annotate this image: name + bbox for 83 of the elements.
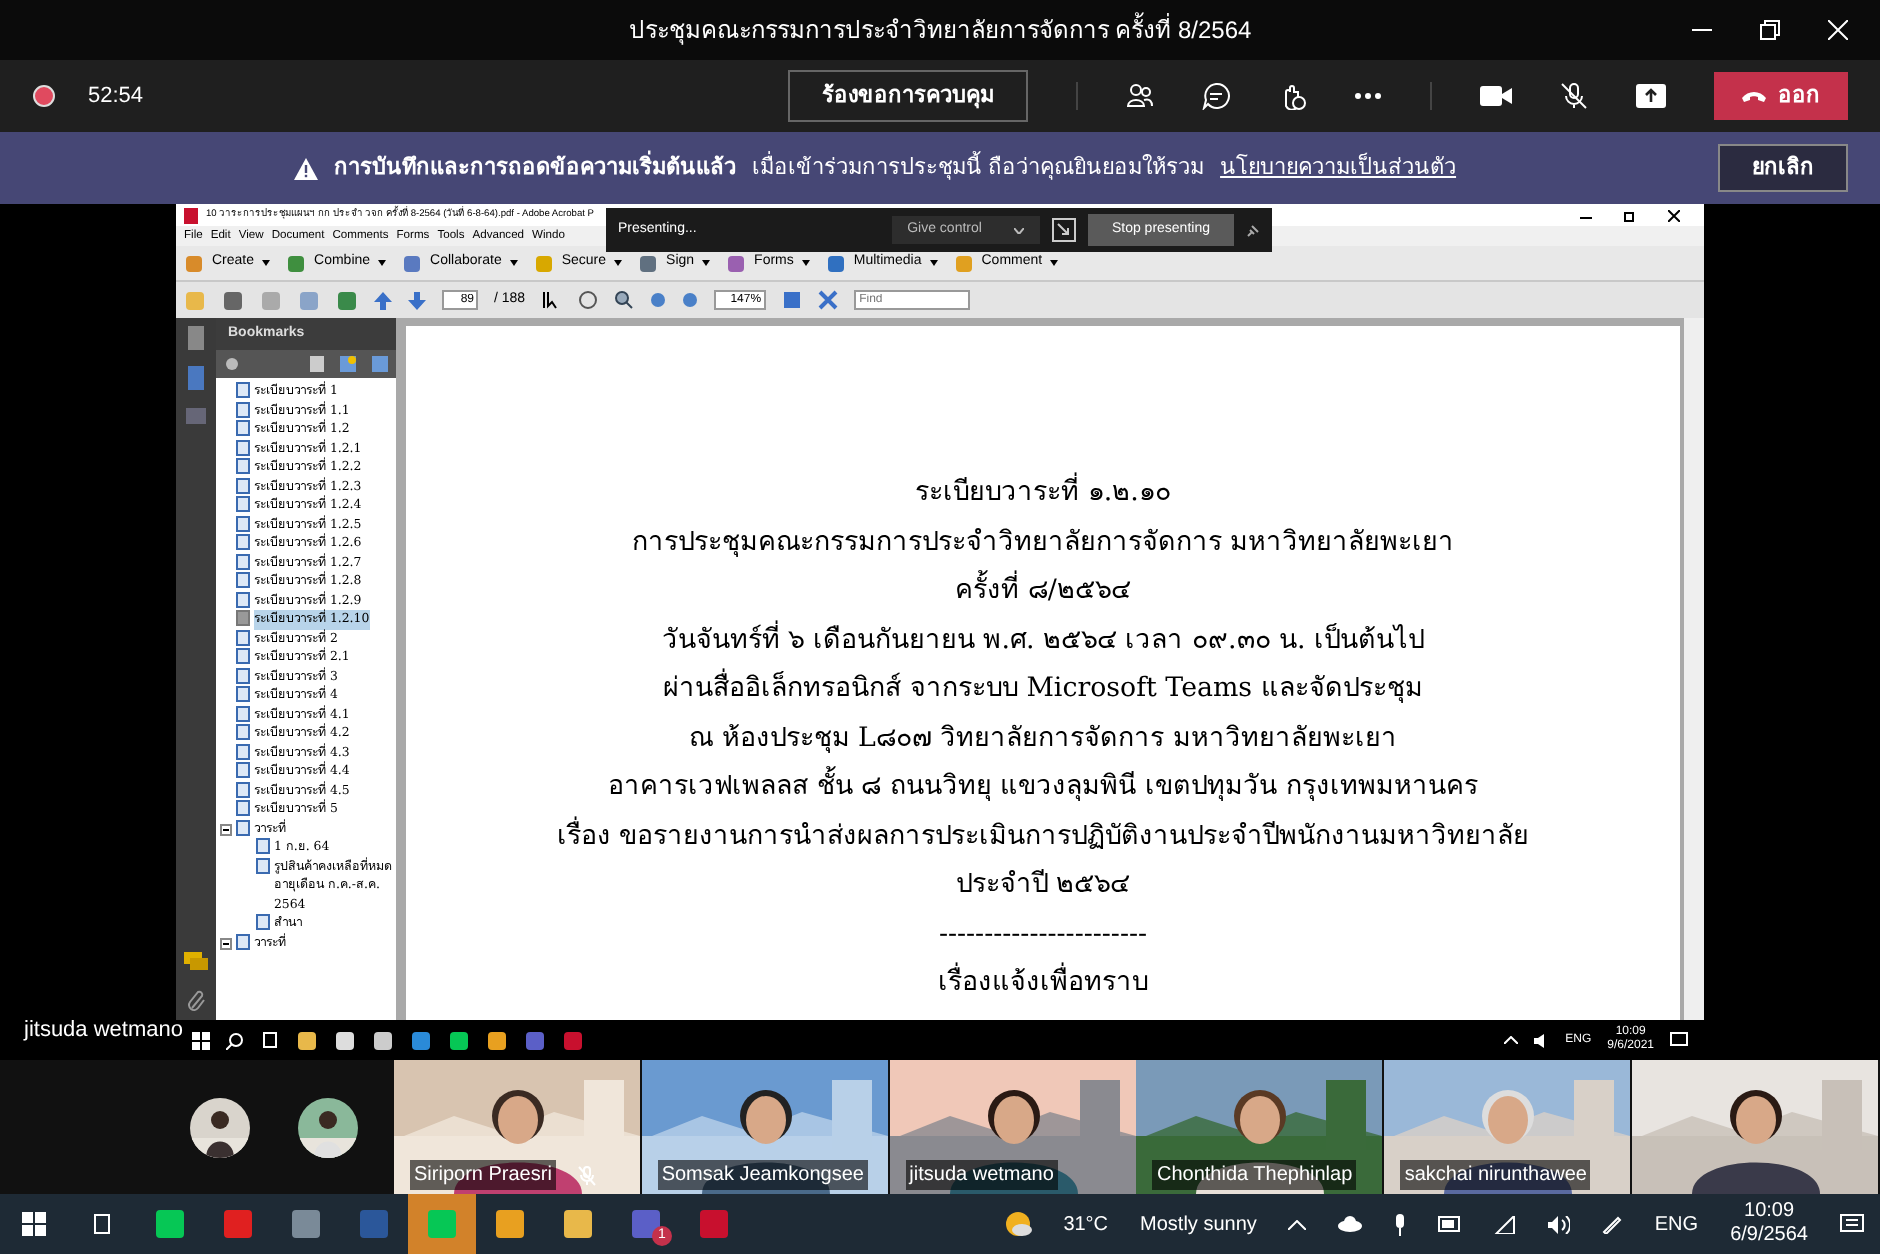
cancel-button[interactable]: ยกเลิก — [1718, 143, 1848, 193]
language-indicator[interactable]: ENG — [1654, 1209, 1699, 1239]
participant-name: jitsuda wetmano — [905, 1160, 1058, 1190]
wifi-icon[interactable] — [1494, 1215, 1517, 1233]
collapse-icon[interactable] — [220, 937, 232, 949]
participant-name: Chonthida Thephinlap — [1152, 1160, 1357, 1190]
down-arrow-icon[interactable] — [408, 291, 426, 309]
zoom-tool-icon[interactable] — [613, 290, 634, 310]
mic-off-icon[interactable] — [1560, 82, 1588, 110]
people-icon[interactable] — [1126, 82, 1154, 110]
pages-icon[interactable] — [186, 326, 206, 350]
meeting-timer: 52:54 — [88, 81, 144, 112]
caret-icon — [614, 260, 623, 266]
task-view-icon[interactable] — [260, 1032, 280, 1048]
windows-icon[interactable] — [192, 1031, 210, 1049]
document-line: ณ ห้องประชุม L๘๐๗ วิทยาลัยการจัดการ มหาวิทยาลัยพะเยา — [687, 721, 1399, 757]
phone-icon — [1742, 90, 1766, 102]
temperature: 31°C — [1063, 1211, 1109, 1239]
window-title: ประชุมคณะกรรมการประจำวิทยาลัยการจัดการ ครั้งที่ 8/2564 — [628, 12, 1252, 48]
volume-icon[interactable] — [1533, 1033, 1550, 1047]
pin-icon[interactable] — [1246, 223, 1260, 237]
camera-icon[interactable] — [1480, 84, 1512, 108]
volume-icon[interactable] — [1548, 1215, 1571, 1233]
fit-width-icon[interactable] — [817, 290, 838, 310]
privacy-policy-link[interactable]: นโยบายความเป็นส่วนตัว — [1220, 151, 1457, 185]
caret-icon — [702, 260, 711, 266]
options-icon[interactable] — [224, 356, 244, 372]
cloud-icon[interactable] — [1338, 1216, 1363, 1232]
caret-icon — [262, 260, 271, 266]
caret-icon — [1050, 260, 1059, 266]
scrollbar[interactable] — [1684, 318, 1704, 1020]
document-line: การประชุมคณะกรรมการประจำวิทยาลัยการจัดการ มหาวิทยาลัยพะเยา — [629, 525, 1457, 561]
caret-icon — [378, 260, 387, 266]
task-view-icon[interactable] — [90, 1212, 114, 1236]
banner-title: การบันทึกและการถอดข้อความเริ่มต้นแล้ว — [333, 151, 736, 185]
presenter-name: jitsuda wetmano — [24, 1015, 183, 1045]
weather-condition: Mostly sunny — [1140, 1211, 1257, 1239]
window-share-icon[interactable] — [1051, 218, 1076, 242]
more-icon[interactable] — [1354, 92, 1382, 100]
caret-icon — [801, 260, 810, 266]
battery-icon[interactable] — [1438, 1216, 1463, 1232]
attachment-icon[interactable] — [186, 988, 206, 1012]
share-icon[interactable] — [1636, 84, 1666, 108]
participant-name: Siriporn Praesri — [410, 1160, 556, 1190]
document-line: เรื่องแจ้งเพื่อทราบ — [406, 960, 1680, 1009]
document-line: ครั้งที่ ๘/๒๕๖๔ — [406, 568, 1680, 617]
restore-icon[interactable] — [1624, 209, 1636, 221]
bookmarks-icon[interactable] — [186, 366, 206, 390]
up-arrow-icon[interactable] — [374, 291, 392, 309]
caret-icon — [1013, 227, 1024, 233]
weather-icon — [1003, 1210, 1032, 1238]
participant-name: sakchai nirunthawee — [1400, 1160, 1591, 1190]
request-control-button[interactable]: ร้องขอการควบคุม — [788, 69, 1028, 123]
warning-icon — [293, 157, 318, 179]
document-line: ประจำปี ๒๕๖๔ — [953, 867, 1133, 904]
caret-icon — [509, 260, 518, 266]
document-line: ผ่านสื่ออิเล็กทรอนิกส์ จากระบบ Microsoft Teams และจัดประชุม — [406, 666, 1680, 715]
restore-icon[interactable] — [1760, 20, 1780, 40]
document-line: อาคารเวฟเพลลส ชั้น ๘ ถนนวิทยุ แขวงลุมพินี เขตปทุมวัน กรุงเทพมหานคร — [406, 764, 1680, 813]
microphone-icon[interactable] — [1394, 1213, 1407, 1235]
clock-time[interactable]: 10:09 — [1744, 1200, 1795, 1224]
comments-icon[interactable] — [184, 952, 208, 972]
select-tool-icon[interactable] — [541, 290, 562, 310]
chevron-icon[interactable] — [1288, 1219, 1307, 1229]
notification-icon[interactable] — [1670, 1032, 1688, 1048]
close-icon[interactable] — [1668, 209, 1680, 221]
pen-icon[interactable] — [1602, 1214, 1623, 1234]
document-line: ----------------------- — [936, 917, 1150, 953]
banner-message: เมื่อเข้าร่วมการประชุมนี้ ถือว่าคุณยินยอมให้รวม — [751, 151, 1205, 184]
caret-icon — [929, 260, 938, 266]
document-line: เรื่อง ขอรายงานการนำส่งผลการประเมินการปฏิบัติงานประจำปีพนักงานมหาวิทยาลัย — [406, 813, 1680, 862]
windows-icon — [22, 1212, 46, 1236]
search-icon[interactable] — [226, 1031, 244, 1049]
chat-icon[interactable] — [1202, 82, 1230, 110]
clock-date[interactable]: 6/9/2564 — [1730, 1224, 1808, 1248]
notification-icon[interactable] — [1840, 1213, 1864, 1235]
document-line: วันจันทร์ที่ ๖ เดือนกันยายน พ.ศ. ๒๕๖๔ เวลา ๐๙.๓๐ น. เป็นต้นไป — [406, 617, 1680, 666]
collapse-icon[interactable] — [220, 823, 232, 835]
leave-button[interactable]: ออก — [1714, 71, 1848, 121]
bookmark-page-icon — [236, 610, 250, 626]
document-line: ระเบียบวาระที่ ๑.๒.๑๐ — [406, 470, 1680, 519]
participant-name: Somsak Jeamkongsee — [657, 1160, 868, 1190]
chevron-icon[interactable] — [1503, 1036, 1518, 1044]
